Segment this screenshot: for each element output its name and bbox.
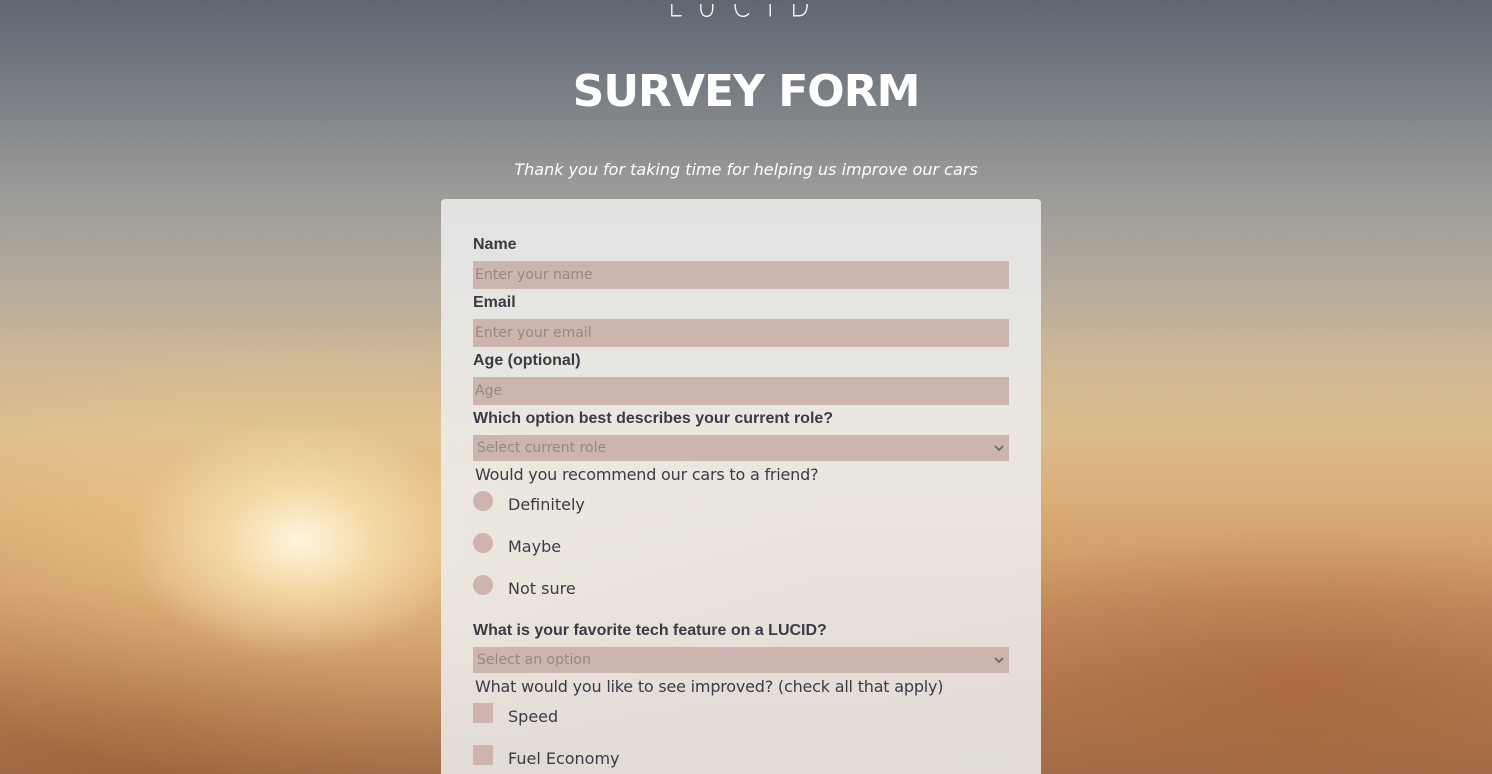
page-description: Thank you for taking time for helping us… bbox=[514, 160, 978, 179]
option-label: Speed bbox=[508, 707, 559, 726]
radio-button[interactable] bbox=[473, 491, 493, 511]
improve-question: What would you like to see improved? (ch… bbox=[475, 677, 944, 696]
radio-button[interactable] bbox=[473, 575, 493, 595]
role-select-value: Select current role bbox=[477, 440, 607, 456]
option-label: Fuel Economy bbox=[508, 749, 620, 768]
email-label: Email bbox=[473, 294, 516, 311]
radio-button[interactable] bbox=[473, 533, 493, 553]
chevron-down-icon bbox=[994, 657, 1004, 664]
option-label: Maybe bbox=[508, 537, 562, 556]
chevron-down-icon bbox=[994, 445, 1004, 452]
page-title: SURVEY FORM bbox=[572, 66, 921, 117]
survey-form: Name Email Age (optional) Which option b… bbox=[441, 199, 1041, 774]
feature-label: What is your favorite tech feature on a … bbox=[473, 622, 827, 639]
name-input[interactable] bbox=[473, 261, 1009, 289]
checkbox[interactable] bbox=[473, 745, 493, 765]
age-input[interactable] bbox=[473, 377, 1009, 405]
age-label: Age (optional) bbox=[473, 352, 581, 369]
feature-select-value: Select an option bbox=[477, 652, 591, 668]
role-select[interactable]: Select current role bbox=[473, 435, 1009, 461]
name-label: Name bbox=[473, 236, 517, 253]
email-input[interactable] bbox=[473, 319, 1009, 347]
lucid-logo: LUCID bbox=[668, 4, 814, 20]
recommend-question: Would you recommend our cars to a friend… bbox=[475, 465, 819, 484]
checkbox[interactable] bbox=[473, 703, 493, 723]
feature-select[interactable]: Select an option bbox=[473, 647, 1009, 673]
option-label: Not sure bbox=[508, 579, 576, 598]
role-label: Which option best describes your current… bbox=[473, 410, 834, 427]
option-label: Definitely bbox=[508, 495, 585, 514]
